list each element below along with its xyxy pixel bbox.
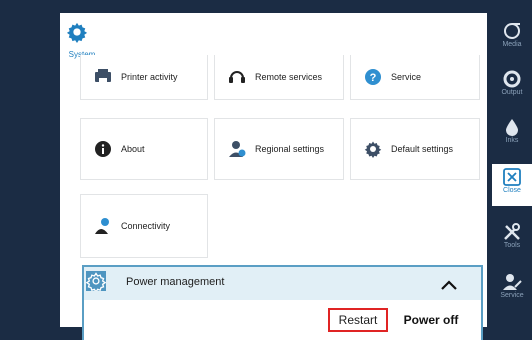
rail-label: Output [501,89,523,96]
connectivity-icon [93,216,113,236]
tile-service[interactable]: ? Service [350,55,480,100]
restart-button[interactable]: Restart [328,308,388,332]
rail-item-output[interactable]: Output [492,66,532,108]
tile-remote-services[interactable]: Remote services [214,55,344,100]
tile-label: Default settings [391,144,454,154]
rail-item-tools[interactable]: Tools [492,219,532,261]
rail-item-media[interactable]: Media [492,18,532,60]
system-header[interactable]: System [60,13,110,61]
tile-label: Printer activity [121,72,178,82]
power-off-button[interactable]: Power off [396,308,466,332]
printer-activity-icon [93,67,113,87]
tile-label: Remote services [255,72,323,82]
tile-label: Regional settings [255,144,325,154]
tile-connectivity[interactable]: Connectivity [80,194,208,258]
chevron-up-icon[interactable] [440,278,458,296]
rail-label: Service [500,292,524,299]
question-icon: ? [363,67,383,87]
tile-label: Service [391,72,422,82]
svg-text:?: ? [370,72,377,84]
power-gear-icon [85,271,107,294]
tile-label: About [121,144,145,154]
rail-label: Tools [503,242,521,249]
person-globe-icon [227,139,247,159]
headset-icon [227,67,247,87]
info-icon [93,139,113,159]
tile-default-settings[interactable]: Default settings [350,118,480,180]
tile-about[interactable]: About [80,118,208,180]
gear-icon [363,139,383,159]
rail-label: Inks [505,137,519,144]
power-management-section: Power management Restart Power off [82,265,483,340]
tile-label: Connectivity [121,221,171,231]
power-management-header[interactable]: Power management [84,267,481,300]
power-management-title: Power management [126,276,225,288]
close-icon [503,168,521,186]
rail-item-inks[interactable]: Inks [492,114,532,156]
tools-icon [504,223,520,240]
rail-item-service[interactable]: Service [492,269,532,311]
ink-drop-icon [506,119,518,136]
rail-item-close[interactable]: Close [492,164,532,206]
rail-label: Close [503,187,521,194]
system-gear-icon [66,22,88,43]
tile-regional-settings[interactable]: Regional settings [214,118,344,180]
service-icon [503,274,522,290]
tile-printer-activity[interactable]: Printer activity [80,55,208,100]
media-icon [504,23,520,39]
right-rail: Media Output Inks Close Tools Service [492,0,532,327]
rail-label: Media [502,41,522,48]
system-panel: System Printer activity Remote services … [60,13,487,340]
output-icon [503,70,521,88]
